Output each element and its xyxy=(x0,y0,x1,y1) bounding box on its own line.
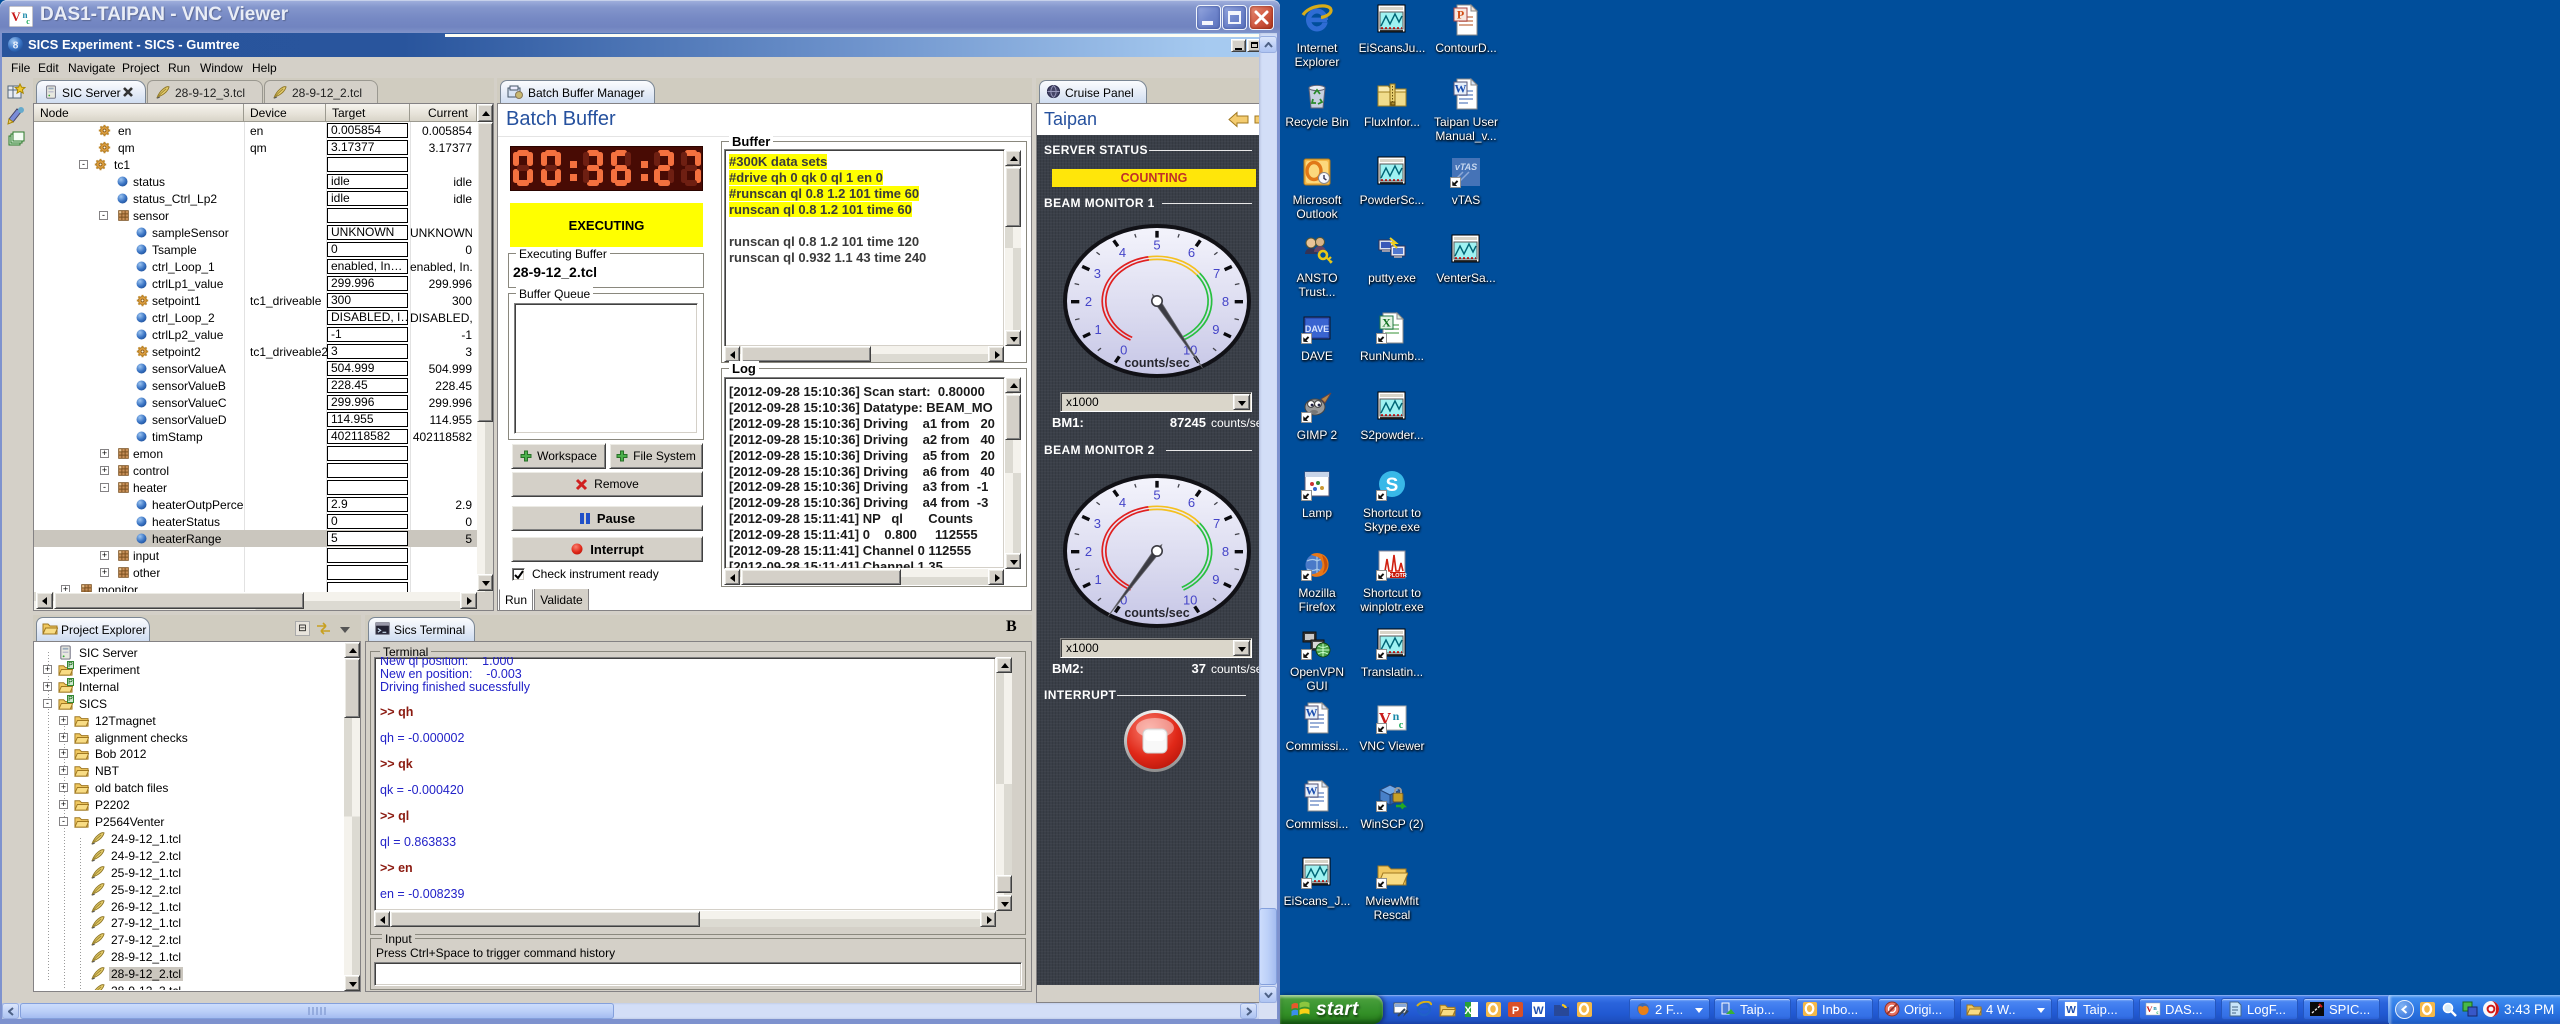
svg-text:counts/sec: counts/sec xyxy=(1124,606,1189,620)
svg-text:counts/sec: counts/sec xyxy=(1124,356,1189,370)
svg-text:3: 3 xyxy=(1094,266,1101,281)
svg-text:5: 5 xyxy=(1153,488,1160,503)
svg-text:9: 9 xyxy=(1212,572,1219,587)
svg-text:3: 3 xyxy=(1094,516,1101,531)
svg-text:W: W xyxy=(2066,1005,2076,1016)
svg-text:X: X xyxy=(1464,1005,1472,1017)
svg-text:8: 8 xyxy=(13,41,19,52)
svg-text:4: 4 xyxy=(1119,245,1126,260)
svg-text:1: 1 xyxy=(1094,322,1101,337)
svg-text:9: 9 xyxy=(1212,322,1219,337)
svg-text:8: 8 xyxy=(1222,544,1229,559)
svg-text:4: 4 xyxy=(1119,495,1126,510)
svg-text:6: 6 xyxy=(1188,495,1195,510)
svg-text:c: c xyxy=(26,17,30,26)
svg-text:P: P xyxy=(1512,1005,1519,1017)
svg-text:6: 6 xyxy=(1188,245,1195,260)
svg-text:2: 2 xyxy=(1085,294,1092,309)
svg-text:7: 7 xyxy=(1213,266,1220,281)
svg-text:W: W xyxy=(1533,1005,1544,1017)
svg-text:5: 5 xyxy=(1153,238,1160,253)
svg-text:V: V xyxy=(11,9,21,24)
svg-text:7: 7 xyxy=(1213,516,1220,531)
svg-text:8: 8 xyxy=(1222,294,1229,309)
svg-text:2: 2 xyxy=(1085,544,1092,559)
svg-text:1: 1 xyxy=(1094,572,1101,587)
